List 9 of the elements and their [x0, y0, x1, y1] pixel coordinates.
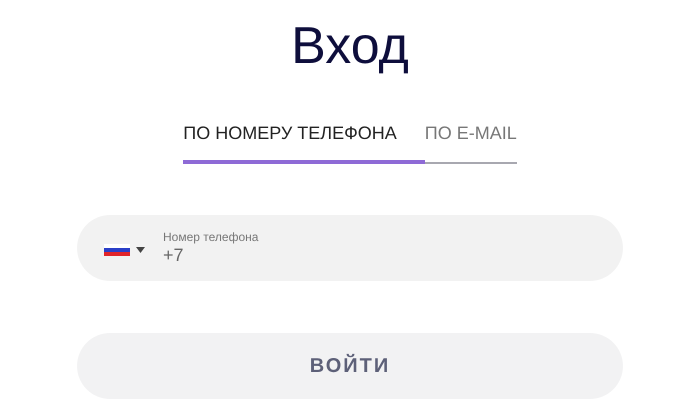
phone-field[interactable]: Номер телефона +7 — [77, 215, 623, 281]
tab[interactable]: ПО НОМЕРУ ТЕЛЕФОНА — [183, 122, 425, 164]
caret-icon[interactable] — [136, 247, 145, 253]
field-value: +7 — [163, 244, 185, 266]
flag-icon[interactable] — [104, 244, 130, 256]
field-label: Номер телефона — [163, 230, 258, 244]
page-title: Вход — [291, 16, 409, 77]
login-button[interactable]: ВОЙТИ — [77, 333, 623, 399]
tab[interactable]: ПО E-MAIL — [424, 122, 517, 164]
